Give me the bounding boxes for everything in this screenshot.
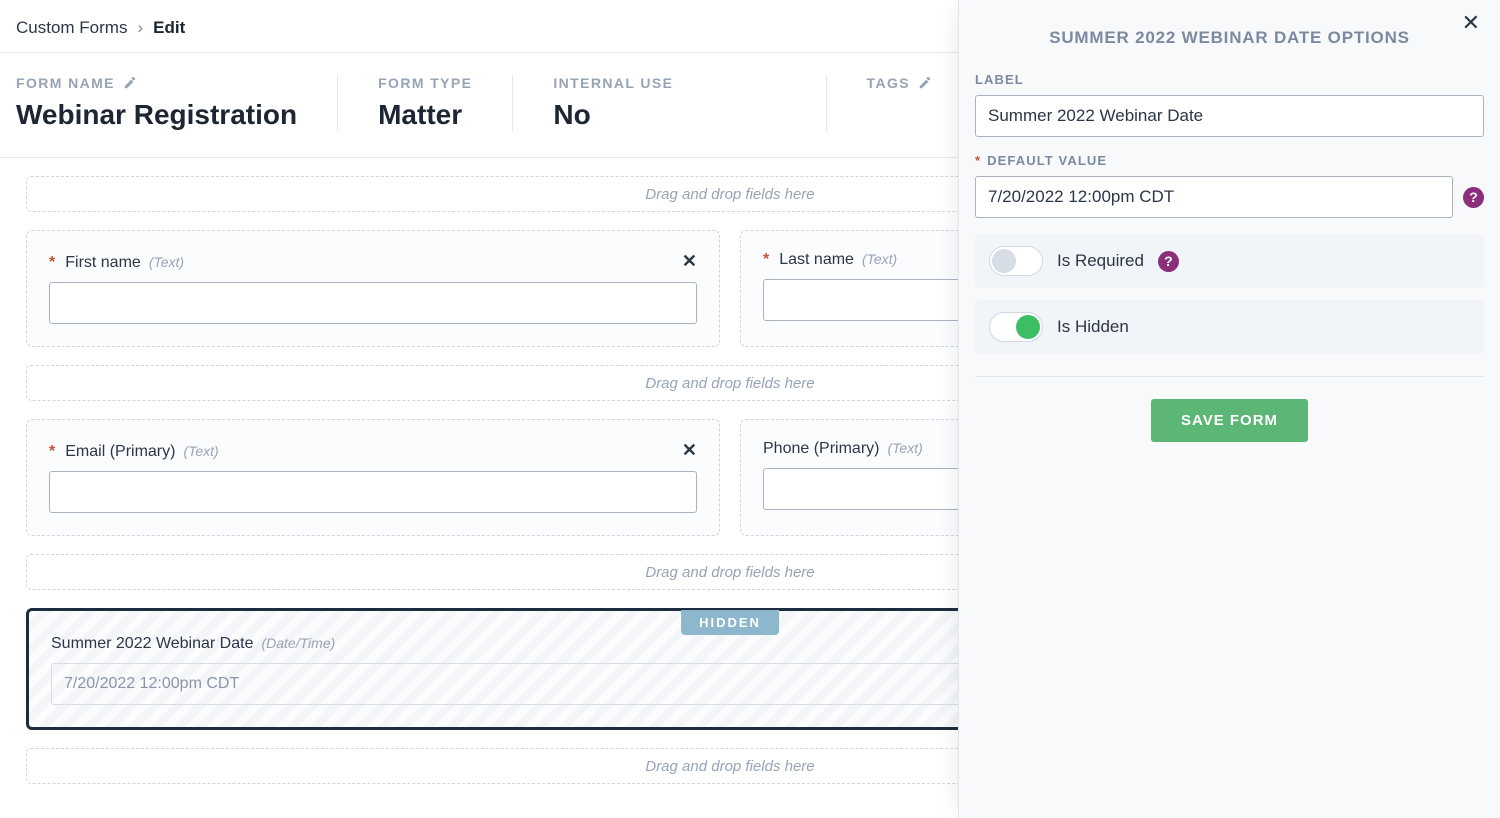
field-type-hint: (Text) (183, 443, 218, 459)
is-hidden-toggle[interactable] (989, 312, 1043, 342)
form-name-value: Webinar Registration (16, 99, 297, 131)
internal-use-value: No (553, 99, 673, 131)
pencil-icon[interactable] (123, 76, 137, 90)
help-icon[interactable]: ? (1463, 187, 1484, 208)
field-type-hint: (Text) (862, 251, 897, 267)
default-value-input[interactable] (975, 176, 1453, 218)
field-webinar-date[interactable]: HIDDEN Summer 2022 Webinar Date (Date/Ti… (26, 608, 958, 730)
close-icon[interactable]: ✕ (682, 251, 697, 272)
field-last-name[interactable]: * Last name (Text) (740, 230, 958, 347)
field-label: Email (Primary) (65, 443, 175, 461)
is-hidden-row: Is Hidden (975, 300, 1484, 354)
required-star-icon: * (49, 443, 55, 461)
is-required-label: Is Required (1057, 251, 1144, 271)
dropzone[interactable]: Drag and drop fields here (26, 176, 958, 212)
field-input[interactable] (49, 471, 697, 513)
field-input[interactable] (763, 468, 958, 510)
field-type-hint: (Date/Time) (261, 635, 335, 651)
form-type-label: FORM TYPE (378, 75, 472, 91)
default-value-label: * DEFAULT VALUE (975, 153, 1484, 168)
field-input[interactable] (49, 282, 697, 324)
close-icon[interactable]: ✕ (1462, 10, 1480, 36)
field-label: Phone (Primary) (763, 440, 879, 458)
hidden-badge: HIDDEN (681, 610, 779, 635)
required-star-icon: * (49, 254, 55, 272)
help-icon[interactable]: ? (1158, 251, 1179, 272)
tags-label-text: TAGS (867, 75, 910, 91)
field-options-panel: ✕ SUMMER 2022 WEBINAR DATE OPTIONS LABEL… (958, 0, 1500, 818)
dropzone[interactable]: Drag and drop fields here (26, 748, 958, 784)
label-field-label: LABEL (975, 72, 1484, 87)
form-meta: FORM NAME Webinar Registration FORM TYPE… (0, 53, 958, 157)
field-label: First name (65, 254, 141, 272)
dropzone[interactable]: Drag and drop fields here (26, 365, 958, 401)
pencil-icon[interactable] (918, 76, 932, 90)
required-star-icon: * (763, 251, 769, 269)
field-label: Last name (779, 251, 854, 269)
panel-title: SUMMER 2022 WEBINAR DATE OPTIONS (959, 0, 1500, 66)
dropzone[interactable]: Drag and drop fields here (26, 554, 958, 590)
internal-use-label: INTERNAL USE (553, 75, 673, 91)
default-value-label-text: DEFAULT VALUE (987, 153, 1107, 168)
tags-label: TAGS (867, 75, 932, 91)
form-name-label-text: FORM NAME (16, 75, 115, 91)
divider (975, 376, 1484, 377)
form-type-value: Matter (378, 99, 472, 131)
field-label: Summer 2022 Webinar Date (51, 635, 253, 653)
breadcrumb-root[interactable]: Custom Forms (16, 18, 127, 38)
field-input[interactable] (763, 279, 958, 321)
is-required-toggle[interactable] (989, 246, 1043, 276)
field-first-name[interactable]: * First name (Text) ✕ (26, 230, 720, 347)
field-input[interactable] (51, 663, 958, 705)
close-icon[interactable]: ✕ (682, 440, 697, 461)
field-email[interactable]: * Email (Primary) (Text) ✕ (26, 419, 720, 536)
is-required-row: Is Required ? (975, 234, 1484, 288)
divider (0, 157, 958, 158)
form-name-label: FORM NAME (16, 75, 297, 91)
save-form-button[interactable]: SAVE FORM (1151, 399, 1308, 442)
field-phone[interactable]: Phone (Primary) (Text) (740, 419, 958, 536)
breadcrumb-current: Edit (153, 18, 185, 38)
label-input[interactable] (975, 95, 1484, 137)
breadcrumb: Custom Forms › Edit (0, 0, 958, 52)
chevron-right-icon: › (137, 18, 143, 38)
field-type-hint: (Text) (887, 440, 922, 456)
required-star-icon: * (975, 153, 981, 168)
field-type-hint: (Text) (149, 254, 184, 270)
is-hidden-label: Is Hidden (1057, 317, 1129, 337)
